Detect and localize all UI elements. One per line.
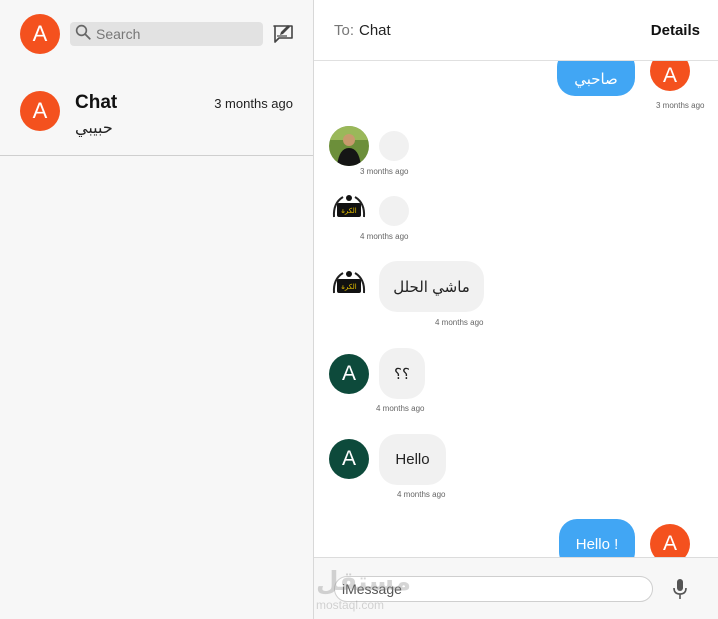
contact-logo: الكرة: [329, 191, 369, 231]
conversation-avatar: A: [20, 91, 60, 131]
conversation-item[interactable]: A Chat 3 months ago حبيبي: [0, 76, 313, 156]
message-bubble-incoming: ؟؟: [379, 348, 425, 399]
sidebar-header: A: [0, 0, 313, 68]
message-timestamp: 3 months ago: [656, 101, 705, 110]
chat-header: To: Chat Details: [314, 0, 718, 61]
recipient-name: Chat: [359, 22, 391, 39]
message-avatar: A: [650, 61, 690, 91]
message-bubble-outgoing: صاحبي: [557, 61, 635, 96]
message-timestamp: 3 months ago: [360, 167, 409, 176]
message-bubble-incoming: Hello: [379, 434, 446, 485]
message-bubble-incoming: [379, 196, 409, 226]
message-timestamp: 4 months ago: [435, 318, 484, 327]
conversation-preview: حبيبي: [75, 120, 113, 137]
search-box[interactable]: [70, 22, 263, 46]
svg-text:الكرة: الكرة: [341, 207, 357, 215]
composer-bar: مستقل mostaql.com: [314, 557, 718, 619]
message-bubble-outgoing: Hello !: [559, 519, 635, 557]
microphone-icon[interactable]: [670, 577, 690, 601]
conversation-name: Chat: [75, 92, 118, 113]
message-timestamp: 4 months ago: [360, 232, 409, 241]
sidebar: A A Chat 3 months ago حبيبي: [0, 0, 314, 619]
message-input[interactable]: [334, 576, 653, 602]
message-bubble-incoming: ماشي الحلل: [379, 261, 484, 312]
message-avatar: A: [329, 439, 369, 479]
contact-photo: [329, 126, 369, 166]
message-list[interactable]: صاحبي A 3 months ago 3 months ago الكرة: [314, 61, 718, 557]
compose-icon[interactable]: [271, 22, 295, 46]
svg-text:الكرة: الكرة: [341, 283, 357, 291]
details-button[interactable]: Details: [651, 22, 700, 39]
message-timestamp: 4 months ago: [397, 490, 446, 499]
user-avatar[interactable]: A: [20, 14, 60, 54]
message-avatar: A: [329, 354, 369, 394]
chat-pane: To: Chat Details صاحبي A 3 months ago 3 …: [314, 0, 718, 619]
conversation-time: 3 months ago: [214, 96, 293, 111]
to-label: To:: [334, 22, 355, 39]
contact-logo: الكرة: [329, 267, 369, 307]
search-icon: [74, 23, 92, 46]
message-bubble-incoming: [379, 131, 409, 161]
message-timestamp: 4 months ago: [376, 404, 425, 413]
message-avatar: A: [650, 524, 690, 557]
search-input[interactable]: [96, 26, 256, 42]
